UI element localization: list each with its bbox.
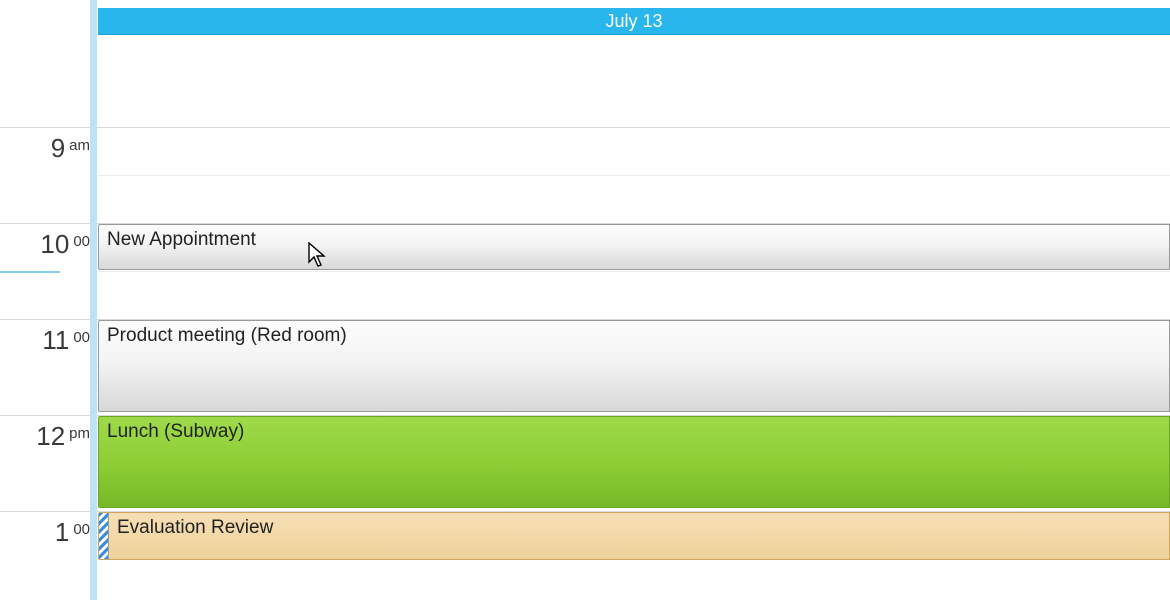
day-header[interactable]: July 13 bbox=[98, 8, 1170, 35]
hour-label[interactable]: 100 bbox=[0, 517, 90, 548]
appointment-lunch[interactable]: Lunch (Subway) bbox=[98, 416, 1170, 508]
hour-suffix: 00 bbox=[73, 329, 90, 346]
hour-number: 11 bbox=[42, 325, 69, 356]
appointment-title: Product meeting (Red room) bbox=[107, 325, 347, 346]
selection-indicator bbox=[0, 271, 60, 273]
hour-label[interactable]: 9am bbox=[0, 133, 90, 164]
status-stripe-icon bbox=[99, 513, 109, 559]
hour-number: 12 bbox=[36, 421, 65, 452]
calendar-day-view: July 13 9am1000110012pm100New Appointmen… bbox=[0, 0, 1170, 600]
hour-suffix: 00 bbox=[73, 521, 90, 538]
hour-label[interactable]: 1000 bbox=[0, 229, 90, 260]
hour-suffix: pm bbox=[69, 425, 90, 442]
appointment-product-meeting[interactable]: Product meeting (Red room) bbox=[98, 320, 1170, 412]
appointment-title: New Appointment bbox=[107, 229, 256, 250]
appointment-title: Evaluation Review bbox=[117, 517, 273, 538]
hour-number: 9 bbox=[51, 133, 65, 164]
hour-label[interactable]: 12pm bbox=[0, 421, 90, 452]
hour-suffix: am bbox=[69, 137, 90, 154]
hour-divider bbox=[0, 127, 1170, 128]
hour-number: 10 bbox=[40, 229, 69, 260]
current-time-strip bbox=[90, 0, 97, 600]
time-gutter bbox=[0, 0, 90, 600]
appointment-new-appt[interactable]: New Appointment bbox=[98, 224, 1170, 270]
half-hour-divider bbox=[98, 175, 1170, 176]
hour-label[interactable]: 1100 bbox=[0, 325, 90, 356]
hour-suffix: 00 bbox=[73, 233, 90, 250]
appointment-evaluation[interactable]: Evaluation Review bbox=[98, 512, 1170, 560]
half-hour-divider bbox=[98, 271, 1170, 272]
hour-number: 1 bbox=[55, 517, 69, 548]
appointment-title: Lunch (Subway) bbox=[107, 421, 244, 442]
day-header-label: July 13 bbox=[605, 11, 662, 31]
